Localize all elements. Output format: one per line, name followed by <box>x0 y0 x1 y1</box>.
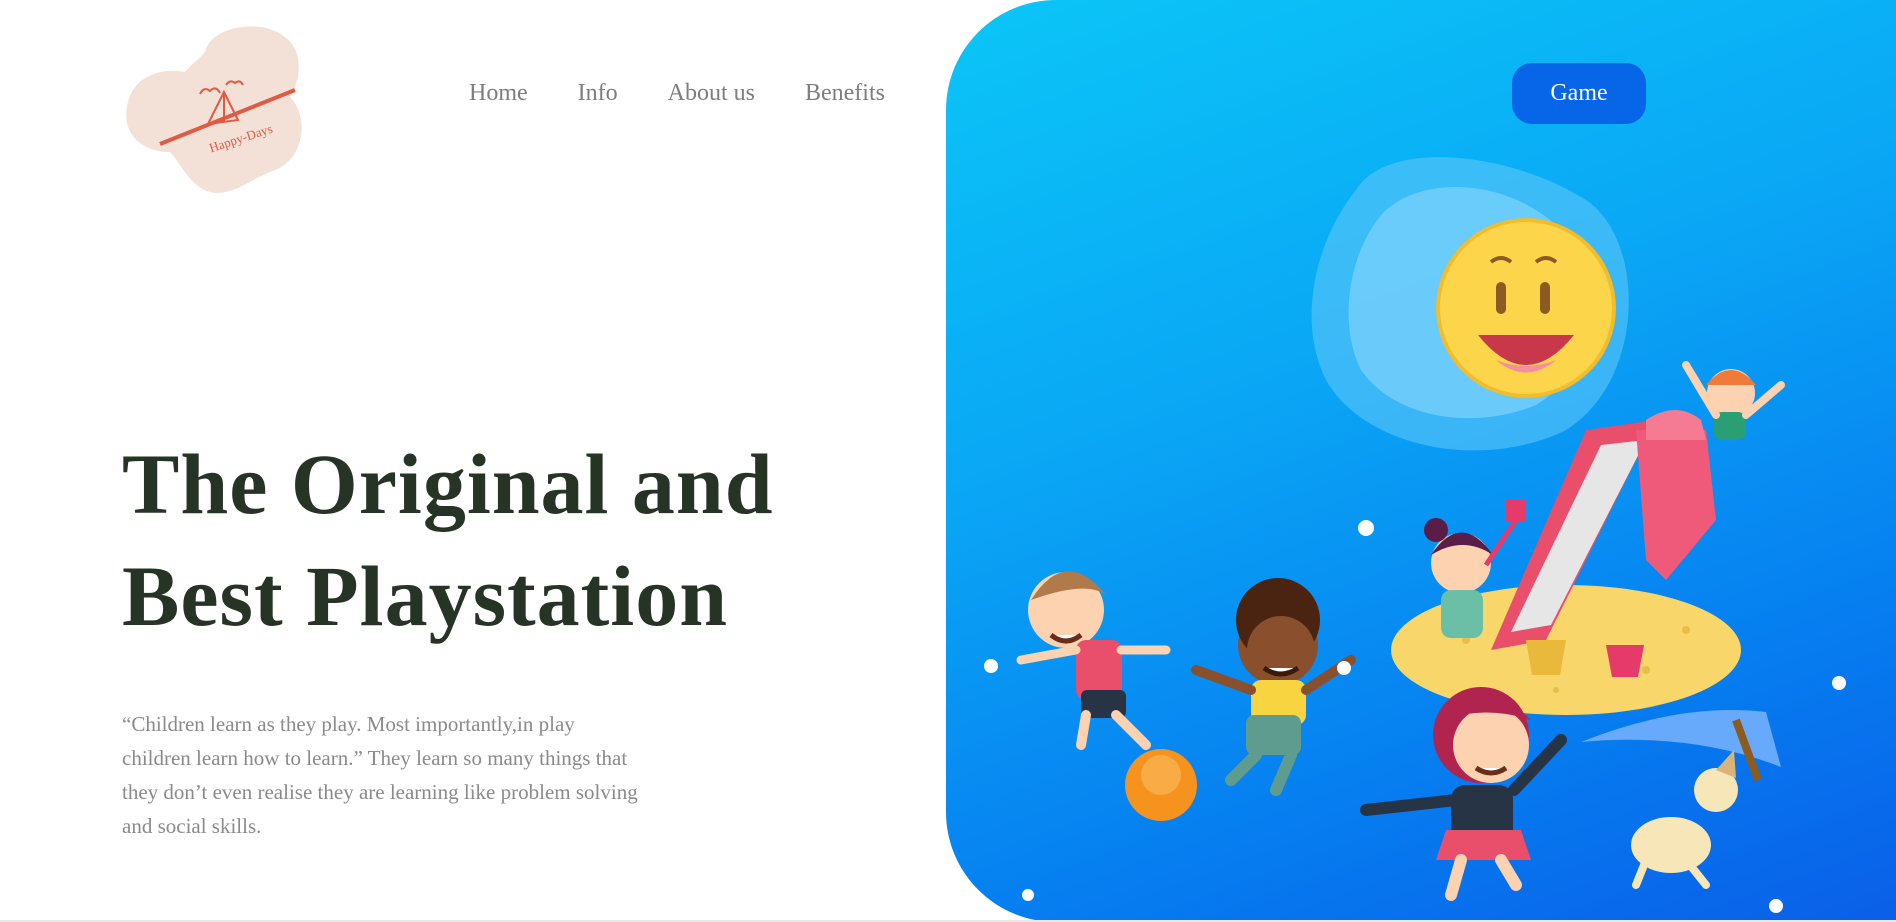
hero-illustration-panel <box>946 0 1896 922</box>
headline-line-1: The Original and <box>122 436 774 532</box>
nav-home[interactable]: Home <box>469 78 528 108</box>
girl-red-hair <box>1360 687 1567 901</box>
nav-benefits[interactable]: Benefits <box>805 78 885 108</box>
curly-hair-boy <box>1191 578 1356 796</box>
hero-headline: The Original and Best Playstation <box>122 428 774 652</box>
main-nav: Home Info About us Benefits <box>469 78 935 108</box>
hero-quote: “Children learn as they play. Most impor… <box>122 707 702 843</box>
nav-info[interactable]: Info <box>578 78 618 108</box>
quote-line-4: and social skills. <box>122 814 262 838</box>
game-button[interactable]: Game <box>1512 63 1646 124</box>
nav-about-us[interactable]: About us <box>668 78 755 108</box>
quote-line-3: they don’t even realise they are learnin… <box>122 780 638 804</box>
logo[interactable]: Happy-Days <box>120 22 320 202</box>
quote-line-1: “Children learn as they play. Most impor… <box>122 712 575 736</box>
boy-kicking-ball <box>1016 571 1171 750</box>
sun-icon <box>1311 157 1629 451</box>
logo-blob-icon: Happy-Days <box>126 26 302 193</box>
quote-line-2: children learn how to learn.” They learn… <box>122 746 628 770</box>
headline-line-2: Best Playstation <box>122 548 729 644</box>
ball-highlight <box>1141 755 1181 795</box>
kids-playground-illustration <box>984 157 1846 913</box>
